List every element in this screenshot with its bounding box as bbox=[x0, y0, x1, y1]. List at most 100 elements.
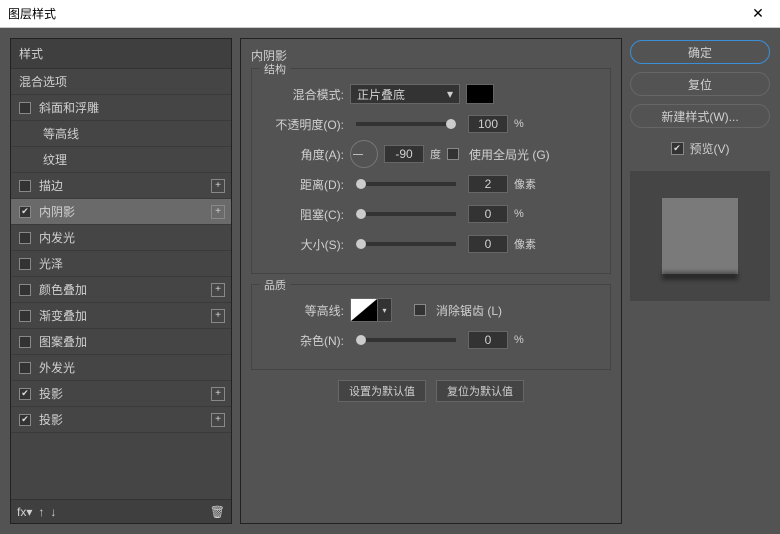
style-checkbox[interactable] bbox=[19, 284, 31, 296]
add-icon[interactable]: + bbox=[211, 309, 225, 323]
styles-sidebar: 样式 混合选项 斜面和浮雕等高线纹理描边 + 内阴影 + 内发光光泽颜色叠加 + 渐变叠加 +… bbox=[10, 38, 232, 524]
preview-area bbox=[630, 171, 770, 301]
sidebar-item-label: 渐变叠加 bbox=[39, 307, 87, 324]
sidebar-item-5[interactable]: 内发光 bbox=[11, 225, 231, 251]
noise-input[interactable]: 0 bbox=[468, 331, 508, 349]
title-bar: 图层样式 ✕ bbox=[0, 0, 780, 28]
close-button[interactable]: ✕ bbox=[744, 0, 772, 28]
sidebar-item-4[interactable]: 内阴影 + bbox=[11, 199, 231, 225]
sidebar-item-label: 描边 bbox=[39, 177, 63, 194]
distance-input[interactable]: 2 bbox=[468, 175, 508, 193]
noise-label: 杂色(N): bbox=[264, 332, 344, 349]
sidebar-item-2[interactable]: 纹理 bbox=[11, 147, 231, 173]
style-checkbox[interactable] bbox=[19, 336, 31, 348]
contour-picker[interactable] bbox=[350, 298, 378, 322]
choke-label: 阻塞(C): bbox=[264, 206, 344, 223]
sidebar-item-8[interactable]: 渐变叠加 + bbox=[11, 303, 231, 329]
contour-label: 等高线: bbox=[264, 302, 344, 319]
opacity-input[interactable]: 100 bbox=[468, 115, 508, 133]
distance-label: 距离(D): bbox=[264, 176, 344, 193]
angle-dial[interactable] bbox=[350, 140, 378, 168]
choke-input[interactable]: 0 bbox=[468, 205, 508, 223]
sidebar-item-label: 混合选项 bbox=[19, 73, 67, 90]
sidebar-item-label: 光泽 bbox=[39, 255, 63, 272]
new-style-button[interactable]: 新建样式(W)... bbox=[630, 104, 770, 128]
blend-mode-dropdown[interactable]: 正片叠底▾ bbox=[350, 84, 460, 104]
sidebar-item-label: 外发光 bbox=[39, 359, 75, 376]
up-arrow-icon[interactable]: ↑ bbox=[38, 505, 44, 519]
style-checkbox[interactable] bbox=[19, 388, 31, 400]
ok-button[interactable]: 确定 bbox=[630, 40, 770, 64]
global-light-checkbox[interactable] bbox=[447, 148, 459, 160]
size-label: 大小(S): bbox=[264, 236, 344, 253]
distance-slider[interactable] bbox=[356, 182, 456, 186]
add-icon[interactable]: + bbox=[211, 283, 225, 297]
sidebar-item-6[interactable]: 光泽 bbox=[11, 251, 231, 277]
preview-swatch bbox=[662, 198, 738, 274]
size-slider[interactable] bbox=[356, 242, 456, 246]
global-light-label: 使用全局光 (G) bbox=[469, 146, 550, 163]
window-title: 图层样式 bbox=[8, 5, 56, 22]
style-checkbox[interactable] bbox=[19, 258, 31, 270]
sidebar-item-label: 投影 bbox=[39, 411, 63, 428]
reset-default-button[interactable]: 复位为默认值 bbox=[436, 380, 524, 402]
blend-mode-label: 混合模式: bbox=[264, 86, 344, 103]
size-input[interactable]: 0 bbox=[468, 235, 508, 253]
set-default-button[interactable]: 设置为默认值 bbox=[338, 380, 426, 402]
sidebar-item-3[interactable]: 描边 + bbox=[11, 173, 231, 199]
add-icon[interactable]: + bbox=[211, 387, 225, 401]
preview-label: 预览(V) bbox=[690, 140, 730, 157]
quality-legend: 品质 bbox=[260, 277, 290, 293]
sidebar-item-blend-options[interactable]: 混合选项 bbox=[11, 69, 231, 95]
color-swatch[interactable] bbox=[466, 84, 494, 104]
style-checkbox[interactable] bbox=[19, 180, 31, 192]
sidebar-item-0[interactable]: 斜面和浮雕 bbox=[11, 95, 231, 121]
sidebar-item-7[interactable]: 颜色叠加 + bbox=[11, 277, 231, 303]
quality-group: 品质 等高线: ▾ 消除锯齿 (L) 杂色(N): 0 % bbox=[251, 284, 611, 370]
opacity-slider[interactable] bbox=[356, 122, 456, 126]
cancel-button[interactable]: 复位 bbox=[630, 72, 770, 96]
style-checkbox[interactable] bbox=[19, 102, 31, 114]
preview-checkbox[interactable] bbox=[671, 142, 684, 155]
sidebar-item-label: 图案叠加 bbox=[39, 333, 87, 350]
opacity-label: 不透明度(O): bbox=[264, 116, 344, 133]
contour-dropdown-arrow[interactable]: ▾ bbox=[378, 298, 392, 322]
style-checkbox[interactable] bbox=[19, 310, 31, 322]
sidebar-item-label: 斜面和浮雕 bbox=[39, 99, 99, 116]
add-icon[interactable]: + bbox=[211, 179, 225, 193]
style-checkbox[interactable] bbox=[19, 206, 31, 218]
style-checkbox[interactable] bbox=[19, 232, 31, 244]
angle-input[interactable]: -90 bbox=[384, 145, 424, 163]
style-checkbox[interactable] bbox=[19, 414, 31, 426]
structure-group: 结构 混合模式: 正片叠底▾ 不透明度(O): 100 % 角度(A): -90… bbox=[251, 68, 611, 274]
antialias-label: 消除锯齿 (L) bbox=[436, 302, 502, 319]
down-arrow-icon[interactable]: ↓ bbox=[50, 505, 56, 519]
sidebar-header: 样式 bbox=[11, 39, 231, 69]
chevron-down-icon: ▾ bbox=[447, 87, 453, 101]
sidebar-item-11[interactable]: 投影 + bbox=[11, 381, 231, 407]
noise-slider[interactable] bbox=[356, 338, 456, 342]
add-icon[interactable]: + bbox=[211, 413, 225, 427]
sidebar-item-label: 投影 bbox=[39, 385, 63, 402]
sidebar-item-label: 内阴影 bbox=[39, 203, 75, 220]
fx-menu-icon[interactable]: fx▾ bbox=[17, 505, 32, 519]
antialias-checkbox[interactable] bbox=[414, 304, 426, 316]
panel-title: 内阴影 bbox=[251, 47, 611, 64]
sidebar-item-label: 内发光 bbox=[39, 229, 75, 246]
sidebar-item-label: 等高线 bbox=[43, 125, 79, 142]
sidebar-item-label: 颜色叠加 bbox=[39, 281, 87, 298]
sidebar-item-12[interactable]: 投影 + bbox=[11, 407, 231, 433]
style-checkbox[interactable] bbox=[19, 362, 31, 374]
sidebar-item-1[interactable]: 等高线 bbox=[11, 121, 231, 147]
trash-icon[interactable]: 🗑 bbox=[210, 505, 225, 519]
dialog-content: 样式 混合选项 斜面和浮雕等高线纹理描边 + 内阴影 + 内发光光泽颜色叠加 + 渐变叠加 +… bbox=[0, 28, 780, 534]
action-panel: 确定 复位 新建样式(W)... 预览(V) bbox=[630, 38, 770, 524]
choke-slider[interactable] bbox=[356, 212, 456, 216]
sidebar-item-label: 纹理 bbox=[43, 151, 67, 168]
add-icon[interactable]: + bbox=[211, 205, 225, 219]
sidebar-item-10[interactable]: 外发光 bbox=[11, 355, 231, 381]
angle-label: 角度(A): bbox=[264, 146, 344, 163]
settings-panel: 内阴影 结构 混合模式: 正片叠底▾ 不透明度(O): 100 % 角度(A):… bbox=[240, 38, 622, 524]
sidebar-item-9[interactable]: 图案叠加 bbox=[11, 329, 231, 355]
sidebar-footer: fx▾ ↑ ↓ 🗑 bbox=[11, 499, 231, 523]
